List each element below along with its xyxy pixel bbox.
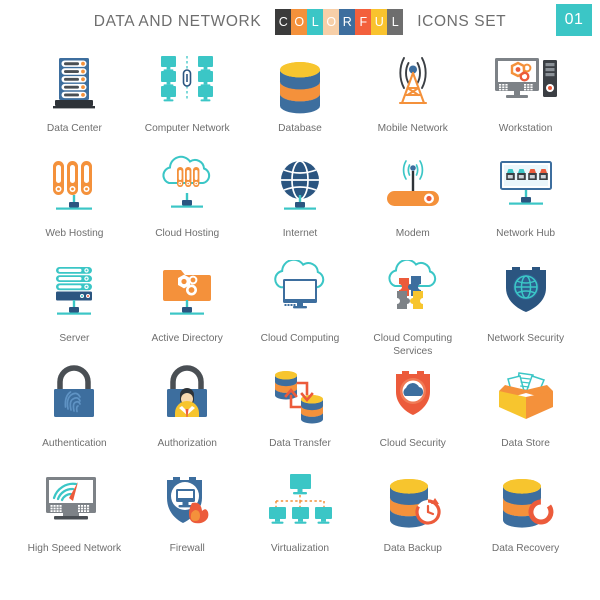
server-icon[interactable] bbox=[38, 260, 110, 326]
icon-cell-computer-network[interactable]: Computer Network bbox=[131, 50, 244, 155]
icon-label-cloud-computing: Cloud Computing bbox=[260, 333, 340, 344]
computer-network-icon[interactable] bbox=[151, 50, 223, 116]
modem-icon[interactable] bbox=[377, 155, 449, 221]
icon-label-data-transfer: Data Transfer bbox=[269, 438, 331, 449]
icon-cell-data-backup[interactable]: Data Backup bbox=[356, 470, 469, 575]
icon-cell-network-hub[interactable]: Network Hub bbox=[469, 155, 582, 260]
cloud-security-icon[interactable] bbox=[377, 365, 449, 431]
icon-label-cloud-hosting: Cloud Hosting bbox=[155, 228, 220, 239]
icon-cell-internet[interactable]: Internet bbox=[244, 155, 357, 260]
data-store-icon[interactable] bbox=[490, 365, 562, 431]
colorful-letter-5: R bbox=[339, 9, 356, 35]
data-center-icon[interactable] bbox=[38, 50, 110, 116]
icon-cell-server[interactable]: Server bbox=[18, 260, 131, 365]
firewall-icon[interactable] bbox=[151, 470, 223, 536]
icon-label-authorization: Authorization bbox=[157, 438, 217, 449]
icon-cell-virtualization[interactable]: Virtualization bbox=[244, 470, 357, 575]
colorful-letter-6: F bbox=[355, 9, 372, 35]
icon-label-active-directory: Active Directory bbox=[151, 333, 223, 344]
icon-label-virtualization: Virtualization bbox=[270, 543, 330, 554]
icon-label-high-speed-network: High Speed Network bbox=[27, 543, 122, 554]
active-directory-icon[interactable] bbox=[151, 260, 223, 326]
icon-label-data-store: Data Store bbox=[501, 438, 550, 449]
cloud-computing-icon[interactable] bbox=[264, 260, 336, 326]
icon-label-workstation: Workstation bbox=[498, 123, 553, 134]
icon-cell-cloud-security[interactable]: Cloud Security bbox=[356, 365, 469, 470]
colorful-letter-8: L bbox=[387, 9, 404, 35]
high-speed-network-icon[interactable] bbox=[38, 470, 110, 536]
icon-cell-cloud-computing[interactable]: Cloud Computing bbox=[244, 260, 357, 365]
icon-cell-authorization[interactable]: Authorization bbox=[131, 365, 244, 470]
icon-label-internet: Internet bbox=[282, 228, 318, 239]
icon-cell-web-hosting[interactable]: Web Hosting bbox=[18, 155, 131, 260]
virtualization-icon[interactable] bbox=[264, 470, 336, 536]
icon-cell-firewall[interactable]: Firewall bbox=[131, 470, 244, 575]
icon-label-database: Database bbox=[278, 123, 322, 134]
colorful-letter-3: L bbox=[307, 9, 324, 35]
icon-label-data-backup: Data Backup bbox=[383, 543, 442, 554]
icon-label-data-center: Data Center bbox=[46, 123, 102, 134]
icon-label-network-hub: Network Hub bbox=[496, 228, 556, 239]
icon-label-modem: Modem bbox=[395, 228, 430, 239]
colorful-letter-2: O bbox=[291, 9, 308, 35]
header-title-right: ICONS SET bbox=[417, 13, 507, 30]
icon-cell-data-transfer[interactable]: Data Transfer bbox=[244, 365, 357, 470]
icon-cell-cloud-hosting[interactable]: Cloud Hosting bbox=[131, 155, 244, 260]
icon-cell-cloud-computing-services[interactable]: Cloud Computing Services bbox=[356, 260, 469, 365]
icon-label-data-recovery: Data Recovery bbox=[491, 543, 560, 554]
icon-label-web-hosting: Web Hosting bbox=[45, 228, 104, 239]
data-backup-icon[interactable] bbox=[377, 470, 449, 536]
colorful-letter-1: C bbox=[275, 9, 292, 35]
icon-grid: Data Center Computer Network Database Mob… bbox=[0, 44, 600, 575]
cloud-computing-services-icon[interactable] bbox=[377, 260, 449, 326]
icon-cell-high-speed-network[interactable]: High Speed Network bbox=[18, 470, 131, 575]
icon-label-mobile-network: Mobile Network bbox=[377, 123, 448, 134]
icon-cell-data-store[interactable]: Data Store bbox=[469, 365, 582, 470]
workstation-icon[interactable] bbox=[490, 50, 562, 116]
icon-cell-data-center[interactable]: Data Center bbox=[18, 50, 131, 155]
colorful-letter-7: U bbox=[371, 9, 388, 35]
icon-label-firewall: Firewall bbox=[169, 543, 205, 554]
colorful-wordmark: COLORFUL bbox=[275, 9, 404, 35]
icon-cell-authentication[interactable]: Authentication bbox=[18, 365, 131, 470]
set-number-badge: 01 bbox=[556, 4, 592, 36]
icon-label-cloud-security: Cloud Security bbox=[379, 438, 446, 449]
cloud-hosting-icon[interactable] bbox=[151, 155, 223, 221]
icon-cell-workstation[interactable]: Workstation bbox=[469, 50, 582, 155]
web-hosting-icon[interactable] bbox=[38, 155, 110, 221]
authorization-icon[interactable] bbox=[151, 365, 223, 431]
header-title-left: DATA AND NETWORK bbox=[93, 13, 262, 30]
icon-label-computer-network: Computer Network bbox=[144, 123, 230, 134]
icon-cell-active-directory[interactable]: Active Directory bbox=[131, 260, 244, 365]
internet-icon[interactable] bbox=[264, 155, 336, 221]
icon-cell-data-recovery[interactable]: Data Recovery bbox=[469, 470, 582, 575]
icon-label-network-security: Network Security bbox=[487, 333, 565, 344]
icon-cell-mobile-network[interactable]: Mobile Network bbox=[356, 50, 469, 155]
icon-cell-database[interactable]: Database bbox=[244, 50, 357, 155]
page-header: DATA AND NETWORK COLORFUL ICONS SET 01 bbox=[0, 0, 600, 44]
icon-label-authentication: Authentication bbox=[42, 438, 107, 449]
icon-label-cloud-computing-services: Cloud Computing Services bbox=[373, 333, 453, 357]
database-icon[interactable] bbox=[264, 50, 336, 116]
network-hub-icon[interactable] bbox=[490, 155, 562, 221]
authentication-icon[interactable] bbox=[38, 365, 110, 431]
icon-cell-network-security[interactable]: Network Security bbox=[469, 260, 582, 365]
network-security-icon[interactable] bbox=[490, 260, 562, 326]
icon-cell-modem[interactable]: Modem bbox=[356, 155, 469, 260]
colorful-letter-4: O bbox=[323, 9, 340, 35]
data-recovery-icon[interactable] bbox=[490, 470, 562, 536]
mobile-network-icon[interactable] bbox=[377, 50, 449, 116]
icon-label-server: Server bbox=[59, 333, 90, 344]
data-transfer-icon[interactable] bbox=[264, 365, 336, 431]
